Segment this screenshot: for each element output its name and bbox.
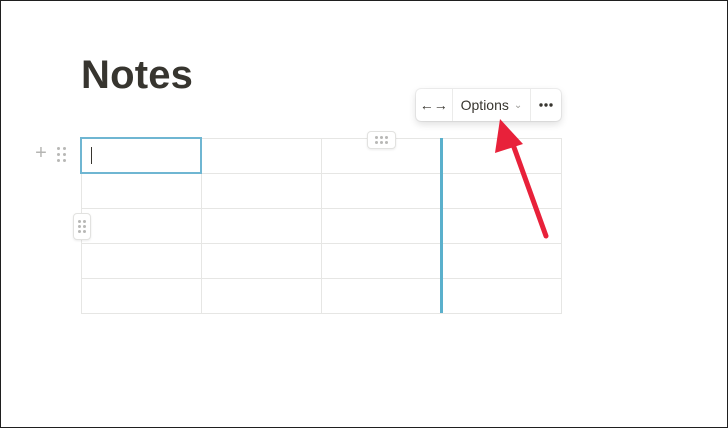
table-toolbar: ←→ Options ⌄ xyxy=(416,89,561,121)
table-cell[interactable] xyxy=(321,208,442,244)
table-cell[interactable] xyxy=(321,278,442,314)
table-cell[interactable] xyxy=(201,243,322,279)
table-cell[interactable] xyxy=(441,208,562,244)
table-row xyxy=(81,173,562,209)
block-drag-handle-icon[interactable] xyxy=(57,147,66,162)
column-drag-handle-icon[interactable] xyxy=(367,131,396,149)
table-cell[interactable] xyxy=(441,243,562,279)
table-cell[interactable] xyxy=(81,173,202,209)
column-insert-indicator xyxy=(440,138,443,313)
table-row xyxy=(81,278,562,314)
table-cell[interactable] xyxy=(201,173,322,209)
selected-cell[interactable] xyxy=(80,137,202,174)
table-row xyxy=(81,243,562,279)
row-drag-handle-icon[interactable] xyxy=(73,213,91,240)
options-button[interactable]: Options ⌄ xyxy=(453,89,532,121)
table-cell[interactable] xyxy=(201,208,322,244)
table-cell[interactable] xyxy=(321,243,442,279)
more-options-icon[interactable] xyxy=(531,89,561,121)
text-caret xyxy=(91,147,92,164)
add-block-icon[interactable]: + xyxy=(34,143,48,163)
table-cell[interactable] xyxy=(441,173,562,209)
table-cell[interactable] xyxy=(441,138,562,174)
notion-page: Notes + ←→ Options ⌄ xyxy=(0,0,728,428)
table-cell[interactable] xyxy=(81,278,202,314)
table-row xyxy=(81,208,562,244)
options-label: Options xyxy=(460,97,509,113)
ellipsis-icon xyxy=(539,103,553,107)
table-cell[interactable] xyxy=(201,138,322,174)
table-cell[interactable] xyxy=(81,208,202,244)
table-cell[interactable] xyxy=(321,173,442,209)
chevron-down-icon: ⌄ xyxy=(513,100,523,111)
table-cell[interactable] xyxy=(441,278,562,314)
width-glyph: ←→ xyxy=(419,97,448,113)
table-cell[interactable] xyxy=(81,243,202,279)
page-title[interactable]: Notes xyxy=(81,53,193,98)
table-cell[interactable] xyxy=(201,278,322,314)
arrows-horizontal-icon[interactable]: ←→ xyxy=(416,89,453,121)
